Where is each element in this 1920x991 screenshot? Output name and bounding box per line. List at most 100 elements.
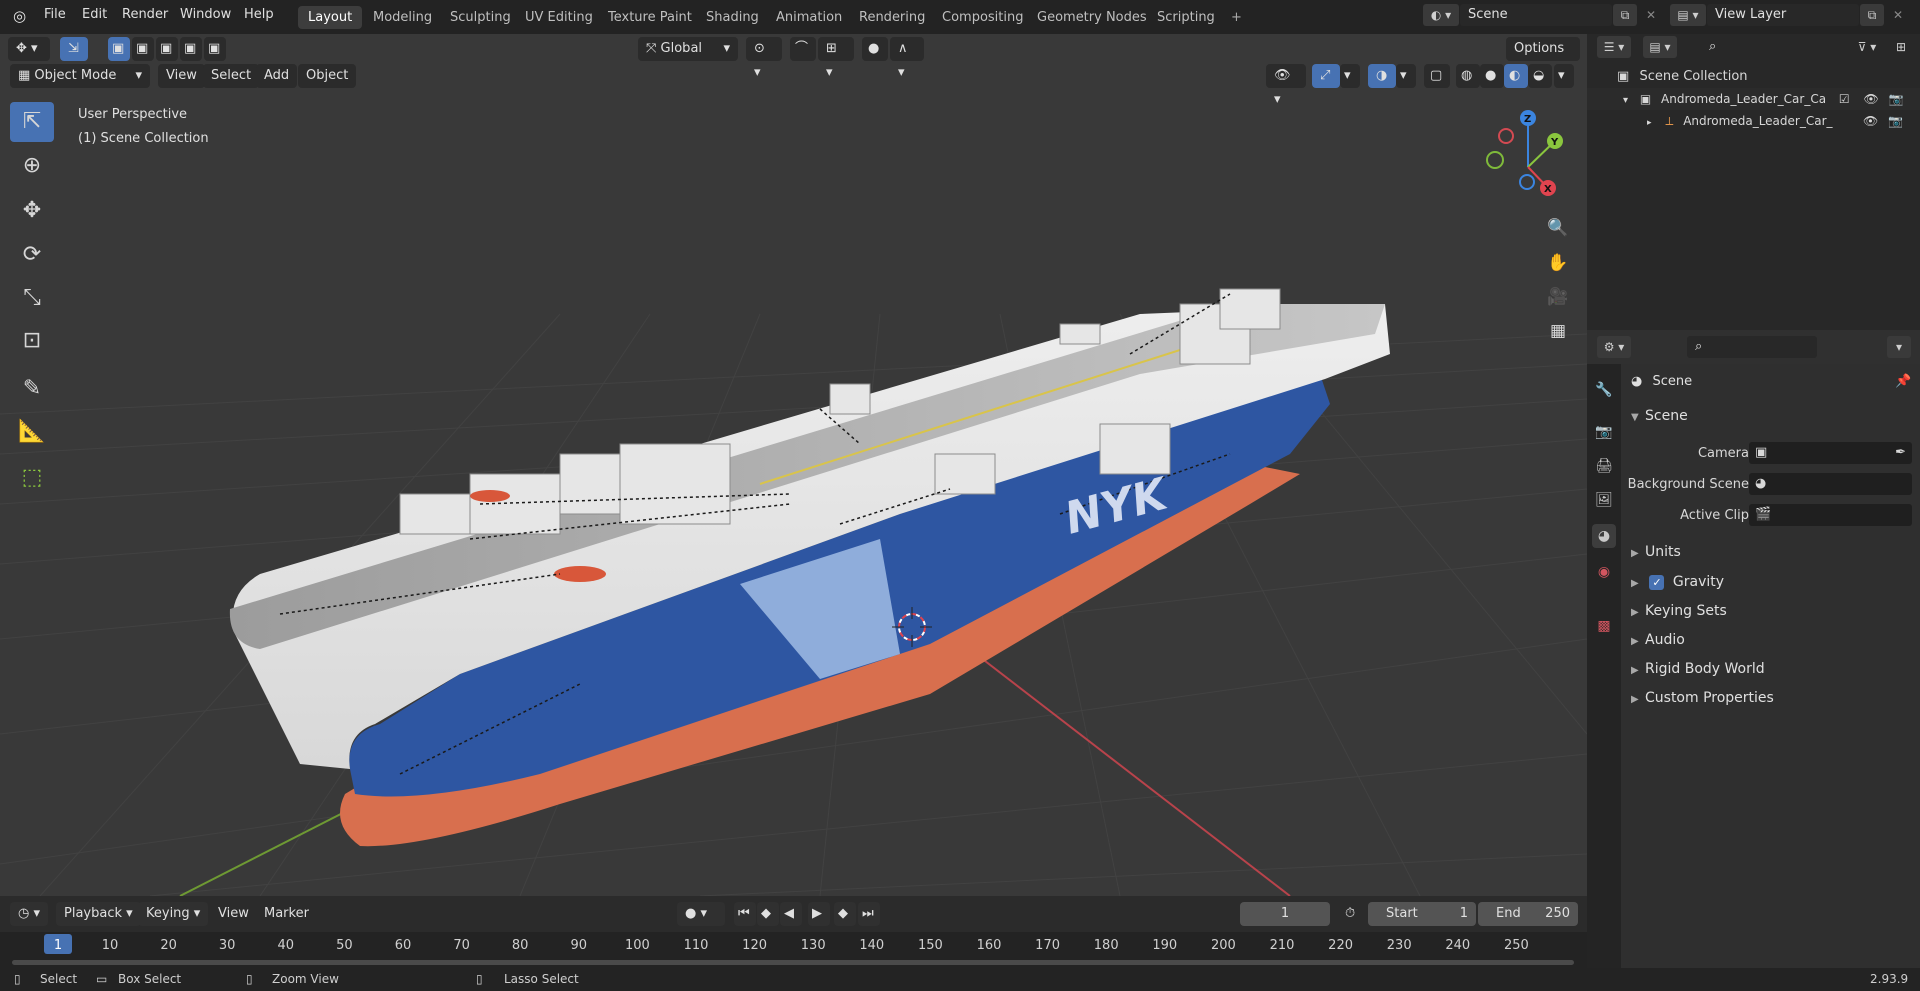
move-tool-icon[interactable]: ✥	[10, 191, 54, 231]
render-camera-icon[interactable]: 📷	[1888, 114, 1903, 128]
delete-scene-icon[interactable]: ✕	[1639, 4, 1663, 26]
visibility-eye-icon[interactable]: 👁	[1863, 114, 1878, 128]
add-workspace-button[interactable]: +	[1221, 6, 1252, 29]
shading-material-icon[interactable]: ◐	[1504, 64, 1528, 88]
prev-keyframe-icon[interactable]: ◆	[757, 902, 779, 926]
timeline-scrollbar[interactable]	[12, 960, 1574, 965]
new-scene-icon[interactable]: ⧉	[1613, 4, 1637, 26]
menu-render[interactable]: Render	[122, 7, 168, 22]
tab-render-icon[interactable]: 📷	[1592, 420, 1616, 444]
view-layer-browse-icon[interactable]: ▤ ▾	[1670, 4, 1706, 26]
gravity-panel-header[interactable]: ▶ ✓ Gravity	[1631, 574, 1724, 590]
outliner-search-input[interactable]: ⌕	[1701, 36, 1831, 58]
add-cube-tool-icon[interactable]: ⬚	[10, 458, 54, 498]
perspective-toggle-icon[interactable]: ▦	[1543, 316, 1573, 346]
preview-range-icon[interactable]: ⏱	[1340, 902, 1364, 926]
measure-tool-icon[interactable]: 📐	[10, 412, 54, 452]
tab-scene-icon[interactable]: ◕	[1592, 524, 1616, 548]
navigation-gizmo[interactable]: Z Y X	[1486, 110, 1563, 196]
select-mode-invert-icon[interactable]: ▣	[180, 37, 202, 61]
snap-target-dropdown[interactable]: ⊞ ▾	[818, 37, 854, 80]
outliner-row-object[interactable]: ▸ ⟂ Andromeda_Leader_Car_ 👁 📷	[1587, 110, 1920, 132]
rigid-body-world-panel-header[interactable]: ▶ Rigid Body World	[1631, 661, 1765, 677]
jump-start-icon[interactable]: ⏮	[734, 902, 756, 926]
new-view-layer-icon[interactable]: ⧉	[1860, 4, 1884, 26]
outliner-editor-type-icon[interactable]: ☰ ▾	[1597, 36, 1631, 58]
new-collection-icon[interactable]: ⊞	[1889, 36, 1913, 58]
overlay-dropdown[interactable]: ▾	[1396, 64, 1416, 88]
display-mode-icon[interactable]: ▤ ▾	[1643, 36, 1677, 58]
tab-animation[interactable]: Animation	[766, 6, 852, 29]
playback-menu[interactable]: Playback ▾	[56, 902, 141, 926]
menu-select[interactable]: Select	[203, 64, 260, 88]
rotate-tool-icon[interactable]: ⟳	[10, 235, 54, 275]
proportional-edit-toggle[interactable]: ●	[862, 37, 888, 61]
pivot-point-dropdown[interactable]: ⊙ ▾	[746, 37, 782, 80]
outliner-row-scene-collection[interactable]: ▣ Scene Collection	[1587, 66, 1920, 88]
background-scene-field[interactable]: ◕	[1749, 473, 1912, 495]
next-keyframe-icon[interactable]: ◆	[834, 902, 856, 926]
select-box-tool-icon[interactable]: ⇱	[10, 102, 54, 142]
tab-layout[interactable]: Layout	[298, 6, 363, 29]
tab-sculpting[interactable]: Sculpting	[440, 6, 521, 29]
select-mode-extend-icon[interactable]: ▣	[132, 37, 154, 61]
zoom-icon[interactable]: 🔍	[1543, 213, 1573, 243]
marker-menu[interactable]: Marker	[256, 902, 317, 926]
start-frame-field[interactable]: Start 1	[1368, 902, 1476, 926]
camera-view-icon[interactable]: 🎥	[1543, 282, 1573, 312]
cursor-tool-icon[interactable]: ⊕	[10, 146, 54, 186]
scene-browse-icon[interactable]: ◐ ▾	[1423, 4, 1459, 26]
tab-uv-editing[interactable]: UV Editing	[515, 6, 603, 29]
custom-properties-panel-header[interactable]: ▶ Custom Properties	[1631, 690, 1774, 706]
expand-caret-icon[interactable]: ▸	[1647, 118, 1652, 128]
view-layer-name-field[interactable]: View Layer	[1707, 4, 1859, 26]
blender-logo-icon[interactable]: ◎	[13, 7, 26, 25]
shading-dropdown[interactable]: ▾	[1554, 64, 1574, 88]
select-tool-icon[interactable]: ⇲	[60, 37, 88, 61]
render-camera-icon[interactable]: 📷	[1889, 92, 1904, 106]
tab-texture-paint[interactable]: Texture Paint	[598, 6, 702, 29]
filter-icon[interactable]: ⊽ ▾	[1849, 36, 1885, 58]
menu-file[interactable]: File	[44, 7, 66, 22]
3d-viewport[interactable]: NYK Z Y X ✥ ▾ ⇲ ▣ ▣ ▣ ▣ ▣ ⤧ Global ▾ ⊙ ▾…	[0, 34, 1587, 896]
expand-caret-icon[interactable]: ▾	[1623, 95, 1628, 106]
keying-sets-panel-header[interactable]: ▶ Keying Sets	[1631, 603, 1727, 619]
menu-help[interactable]: Help	[244, 7, 274, 22]
properties-search-input[interactable]: ⌕	[1687, 336, 1817, 358]
menu-object[interactable]: Object	[298, 64, 357, 88]
gravity-checkbox[interactable]: ✓	[1649, 575, 1665, 590]
jump-end-icon[interactable]: ⏭	[858, 902, 880, 926]
select-mode-new-icon[interactable]: ▣	[108, 37, 130, 61]
scene-panel-header[interactable]: ▼ Scene	[1631, 408, 1688, 424]
shading-wireframe-icon[interactable]: ◍	[1456, 64, 1480, 88]
mode-dropdown[interactable]: ▦ Object Mode ▾	[10, 64, 150, 88]
timeline-editor-type-icon[interactable]: ◷ ▾	[10, 902, 49, 926]
play-icon[interactable]: ▶	[808, 902, 830, 926]
shading-rendered-icon[interactable]: ◒	[1528, 64, 1552, 88]
keying-menu[interactable]: Keying ▾	[138, 902, 209, 926]
audio-panel-header[interactable]: ▶ Audio	[1631, 632, 1685, 648]
active-clip-field[interactable]: 🎬	[1749, 504, 1912, 526]
menu-add[interactable]: Add	[256, 64, 298, 88]
select-mode-intersect-icon[interactable]: ▣	[204, 37, 226, 61]
gizmo-dropdown[interactable]: ▾	[1340, 64, 1360, 88]
tab-tool-icon[interactable]: 🔧	[1592, 378, 1616, 402]
shading-solid-icon[interactable]: ●	[1480, 64, 1504, 88]
camera-field[interactable]: ▣ ✒	[1749, 442, 1912, 464]
select-mode-subtract-icon[interactable]: ▣	[156, 37, 178, 61]
menu-edit[interactable]: Edit	[82, 7, 107, 22]
tab-output-icon[interactable]: 🖨	[1592, 454, 1616, 478]
pan-hand-icon[interactable]: ✋	[1543, 248, 1573, 278]
tab-shading[interactable]: Shading	[696, 6, 769, 29]
tab-world-icon[interactable]: ◉	[1592, 560, 1616, 584]
visibility-eye-icon[interactable]: 👁	[1863, 92, 1878, 106]
tab-compositing[interactable]: Compositing	[932, 6, 1034, 29]
delete-view-layer-icon[interactable]: ✕	[1886, 4, 1910, 26]
overlay-toggle[interactable]: ◑	[1368, 64, 1396, 88]
options-dropdown[interactable]: Options ▾	[1506, 37, 1580, 80]
tab-modeling[interactable]: Modeling	[363, 6, 442, 29]
eyedropper-icon[interactable]: ✒	[1895, 442, 1906, 464]
scene-name-field[interactable]: Scene	[1460, 4, 1612, 26]
visibility-dropdown[interactable]: 👁 ▾	[1266, 64, 1306, 107]
end-frame-field[interactable]: End 250	[1478, 902, 1578, 926]
